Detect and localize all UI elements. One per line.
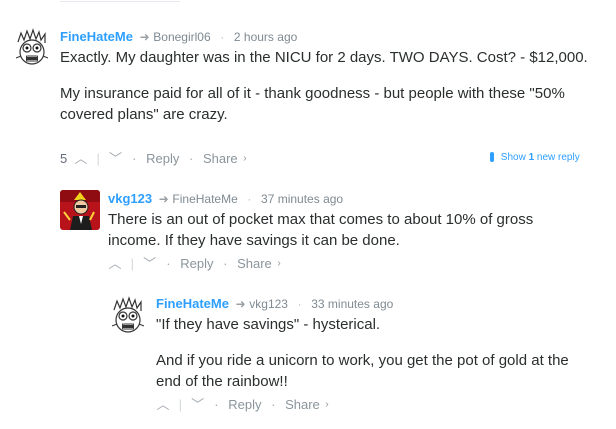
timestamp[interactable]: 33 minutes ago	[311, 297, 393, 311]
reply-arrow-icon: ➜	[139, 30, 150, 44]
new-reply-label: new reply	[536, 152, 580, 163]
chevron-down-icon[interactable]: ﹀	[109, 151, 123, 167]
avatar[interactable]	[108, 296, 148, 336]
chevron-up-icon[interactable]: ︿	[74, 151, 88, 167]
parent-author[interactable]: FineHateMe	[172, 192, 237, 206]
show-label: Show	[500, 152, 526, 163]
reply-button[interactable]: Reply	[180, 256, 213, 272]
comment-header: vkg123 ➜ FineHateMe · 37 minutes ago	[108, 191, 343, 207]
reply-button[interactable]: Reply	[228, 397, 261, 413]
share-button[interactable]: Share	[285, 397, 320, 413]
comment-paragraph: Exactly. My daughter was in the NICU for…	[60, 49, 588, 66]
comment-actions: ︿ | ﹀ · Reply · Share ›	[108, 255, 281, 272]
previous-actions-fragment	[60, 0, 180, 4]
avatar[interactable]	[60, 190, 100, 230]
comment-body: Exactly. My daughter was in the NICU for…	[60, 47, 590, 140]
chevron-up-icon[interactable]: ︿	[156, 397, 170, 413]
share-button[interactable]: Share	[237, 256, 272, 272]
comment-actions: ︿ | ﹀ · Reply · Share ›	[156, 396, 329, 413]
vote-count: 5	[60, 150, 68, 166]
separator-dot: ·	[132, 150, 137, 166]
divider: |	[96, 150, 100, 166]
author-name[interactable]: FineHateMe	[60, 29, 133, 44]
reply-button[interactable]: Reply	[146, 151, 179, 167]
timestamp[interactable]: 37 minutes ago	[261, 192, 343, 206]
avatar[interactable]	[12, 28, 52, 68]
separator-dot: ·	[271, 396, 276, 412]
chevron-right-icon: ›	[243, 152, 247, 164]
cartoon-face-avatar-icon	[12, 28, 52, 68]
character-avatar-icon	[60, 190, 100, 230]
divider: |	[130, 255, 135, 271]
separator-dot: ·	[214, 396, 219, 412]
comment-actions: 5 ︿ | ﹀ · Reply · Share ›	[60, 150, 247, 167]
comment-paragraph: My insurance paid for all of it - thank …	[60, 85, 565, 123]
separator-dot: ·	[223, 255, 228, 271]
comment-paragraph: There is an out of pocket max that comes…	[108, 211, 534, 249]
parent-author[interactable]: Bonegirl06	[153, 30, 210, 44]
comment-body: "If they have savings" - hysterical. And…	[156, 314, 596, 407]
share-button[interactable]: Share	[203, 151, 238, 167]
new-reply-indicator-icon	[490, 152, 494, 163]
comment-paragraph: And if you ride a unicorn to work, you g…	[156, 352, 569, 390]
parent-author[interactable]: vkg123	[249, 297, 288, 311]
separator-dot: ·	[188, 150, 194, 166]
author-name[interactable]: FineHateMe	[156, 296, 229, 311]
chevron-down-icon[interactable]: ﹀	[191, 397, 205, 413]
chevron-down-icon[interactable]: ﹀	[143, 256, 157, 272]
comment-paragraph: "If they have savings" - hysterical.	[156, 316, 381, 333]
separator-dot: ·	[220, 30, 225, 44]
reply-arrow-icon: ➜	[235, 297, 246, 311]
cartoon-face-avatar-icon	[108, 296, 148, 336]
reply-arrow-icon: ➜	[158, 192, 169, 206]
separator-dot: ·	[166, 255, 171, 271]
show-new-replies-link[interactable]: Show 1 new reply	[490, 151, 580, 165]
separator-dot: ·	[247, 192, 252, 206]
comment-header: FineHateMe ➜ vkg123 · 33 minutes ago	[156, 296, 393, 312]
new-reply-count: 1	[528, 152, 535, 163]
timestamp[interactable]: 2 hours ago	[234, 30, 297, 44]
separator-dot: ·	[297, 297, 302, 311]
author-name[interactable]: vkg123	[108, 191, 152, 206]
chevron-right-icon: ›	[325, 398, 329, 410]
comment-header: FineHateMe ➜ Bonegirl06 · 2 hours ago	[60, 29, 297, 45]
chevron-up-icon[interactable]: ︿	[108, 256, 122, 272]
divider: |	[178, 396, 183, 412]
chevron-right-icon: ›	[277, 257, 281, 269]
